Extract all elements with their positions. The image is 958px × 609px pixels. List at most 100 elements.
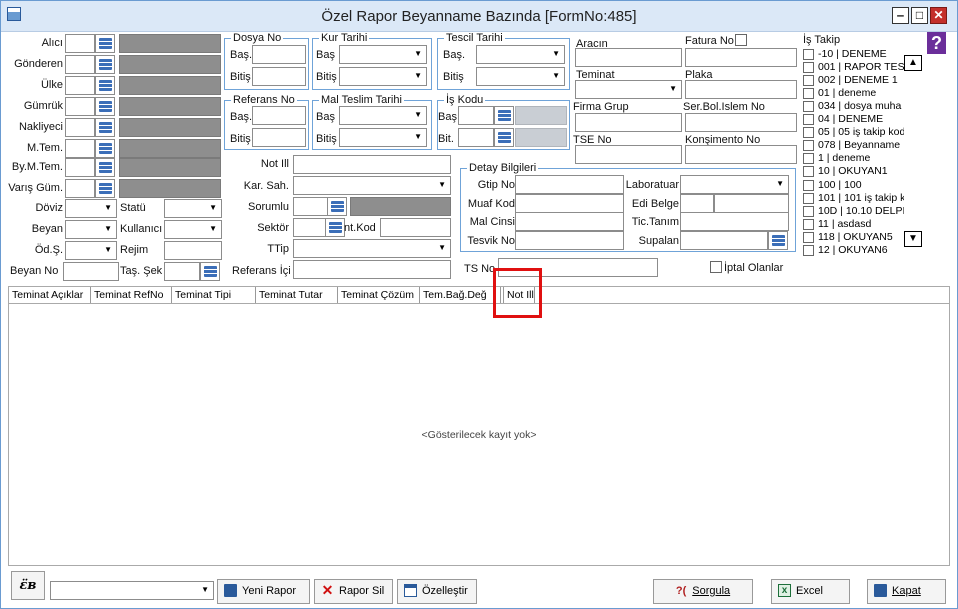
kullanici-dropdown[interactable] bbox=[164, 220, 222, 239]
varis-picker-button[interactable] bbox=[95, 179, 115, 198]
is-takip-checkbox[interactable] bbox=[803, 153, 814, 165]
scroll-down-button[interactable]: ▼ bbox=[904, 231, 922, 247]
konsimento-input[interactable] bbox=[685, 145, 797, 164]
is-takip-item[interactable]: -10 | DENEME bbox=[803, 48, 905, 61]
is-takip-checkbox[interactable] bbox=[803, 114, 814, 126]
help-icon[interactable]: ? bbox=[927, 32, 946, 54]
mtem-picker-button[interactable] bbox=[95, 139, 115, 158]
not-ill-input[interactable] bbox=[293, 155, 451, 174]
beyan-no-input[interactable] bbox=[63, 262, 119, 281]
is-takip-scrollbar[interactable]: ▲ ▼ bbox=[904, 50, 922, 248]
is-takip-item[interactable]: 002 | DENEME 1 bbox=[803, 74, 905, 87]
ref-bitis-input[interactable] bbox=[252, 128, 306, 147]
int-kod-input[interactable] bbox=[380, 218, 451, 237]
ref-bas-input[interactable] bbox=[252, 106, 306, 125]
plaka-input[interactable] bbox=[685, 80, 797, 99]
query-button[interactable]: ?(Sorgula bbox=[653, 579, 753, 604]
tic-input[interactable] bbox=[680, 212, 789, 231]
sektor-picker-button[interactable] bbox=[325, 218, 345, 237]
report-select-dropdown[interactable] bbox=[50, 581, 214, 600]
is-kodu-bas-picker-button[interactable] bbox=[494, 106, 514, 125]
grid-body[interactable]: <Gösterilecek kayıt yok> bbox=[8, 304, 950, 566]
aracin-input[interactable] bbox=[575, 48, 682, 67]
logo-button[interactable]: ɛ̈ʙ bbox=[11, 571, 45, 600]
customize-button[interactable]: Özelleştir bbox=[397, 579, 477, 604]
is-takip-item[interactable]: 04 | DENEME bbox=[803, 113, 905, 126]
is-takip-checkbox[interactable] bbox=[803, 205, 814, 217]
is-takip-item[interactable]: 118 | OKUYAN5 bbox=[803, 231, 905, 244]
bymtem-picker-button[interactable] bbox=[95, 158, 115, 177]
is-takip-item[interactable]: 078 | Beyanname bbox=[803, 139, 905, 152]
is-takip-item[interactable]: 11 | asdasd bbox=[803, 218, 905, 231]
tesvik-input[interactable] bbox=[515, 231, 624, 250]
lab-dropdown[interactable] bbox=[680, 175, 789, 194]
teminat-dropdown[interactable] bbox=[575, 80, 682, 99]
supalan-input[interactable] bbox=[680, 231, 768, 250]
is-takip-checkbox[interactable] bbox=[803, 244, 814, 256]
is-takip-item[interactable]: 034 | dosya muha bbox=[803, 100, 905, 113]
mal-bitis-dropdown[interactable] bbox=[339, 128, 427, 147]
tse-no-input[interactable] bbox=[575, 145, 682, 164]
dosya-bas-input[interactable] bbox=[252, 45, 306, 64]
gonderen-input[interactable] bbox=[65, 55, 95, 74]
delete-report-button[interactable]: ✕ Rapor Sil bbox=[314, 579, 393, 604]
mal-cinsi-input[interactable] bbox=[515, 212, 624, 231]
is-takip-checkbox[interactable] bbox=[803, 166, 814, 178]
col-teminat-aciklar[interactable]: Teminat Açıklar bbox=[9, 287, 91, 303]
tescil-bas-dropdown[interactable] bbox=[476, 45, 565, 64]
ttip-dropdown[interactable] bbox=[293, 239, 451, 258]
rejim-input[interactable] bbox=[164, 241, 222, 260]
col-teminat-tipi[interactable]: Teminat Tipi bbox=[172, 287, 256, 303]
maximize-button[interactable]: □ bbox=[911, 7, 928, 24]
is-takip-item[interactable]: 01 | deneme bbox=[803, 87, 905, 100]
is-kodu-bit-picker-button[interactable] bbox=[494, 128, 514, 147]
scroll-up-button[interactable]: ▲ bbox=[904, 55, 922, 71]
is-takip-checkbox[interactable] bbox=[803, 179, 814, 191]
bymtem-input[interactable] bbox=[65, 158, 95, 177]
fatura-no-checkbox[interactable] bbox=[735, 34, 747, 46]
is-takip-checkbox[interactable] bbox=[803, 88, 814, 100]
gonderen-picker-button[interactable] bbox=[95, 55, 115, 74]
is-takip-list[interactable]: -10 | DENEME 001 | RAPOR TES 002 | DENEME … bbox=[802, 48, 905, 257]
ulke-input[interactable] bbox=[65, 76, 95, 95]
is-kodu-bas-input[interactable] bbox=[458, 106, 494, 125]
minimize-button[interactable]: ‒ bbox=[892, 7, 909, 24]
supalan-picker-button[interactable] bbox=[768, 231, 788, 250]
sorumlu-picker-button[interactable] bbox=[327, 197, 347, 216]
ulke-picker-button[interactable] bbox=[95, 76, 115, 95]
is-takip-item[interactable]: 12 | OKUYAN6 bbox=[803, 244, 905, 257]
col-teminat-cozum[interactable]: Teminat Çözüm bbox=[338, 287, 420, 303]
firma-grup-input[interactable] bbox=[575, 113, 682, 132]
is-takip-item[interactable]: 001 | RAPOR TES bbox=[803, 61, 905, 74]
mal-bas-dropdown[interactable] bbox=[339, 106, 427, 125]
close-form-button[interactable]: Kapat bbox=[867, 579, 946, 604]
iptal-checkbox[interactable] bbox=[710, 261, 722, 273]
is-kodu-bit-input[interactable] bbox=[458, 128, 494, 147]
mtem-input[interactable] bbox=[65, 139, 95, 158]
kur-bas-dropdown[interactable] bbox=[339, 45, 427, 64]
is-takip-checkbox[interactable] bbox=[803, 192, 814, 204]
col-tem-bag-deg[interactable]: Tem.Bağ.Değ bbox=[420, 287, 501, 303]
is-takip-item[interactable]: 1 | deneme bbox=[803, 152, 905, 165]
doviz-dropdown[interactable] bbox=[65, 199, 117, 218]
close-button[interactable]: ✕ bbox=[930, 7, 947, 24]
edi-input-2[interactable] bbox=[714, 194, 789, 213]
excel-button[interactable]: x Excel bbox=[771, 579, 850, 604]
gumruk-picker-button[interactable] bbox=[95, 97, 115, 116]
tassek-input[interactable] bbox=[164, 262, 200, 281]
fatura-no-input[interactable] bbox=[685, 48, 797, 67]
gumruk-input[interactable] bbox=[65, 97, 95, 116]
kar-sah-dropdown[interactable] bbox=[293, 176, 451, 195]
is-takip-checkbox[interactable] bbox=[803, 231, 814, 243]
is-takip-checkbox[interactable] bbox=[803, 127, 814, 139]
varis-input[interactable] bbox=[65, 179, 95, 198]
is-takip-item[interactable]: 10D | 10.10 DELPI bbox=[803, 205, 905, 218]
is-takip-checkbox[interactable] bbox=[803, 75, 814, 87]
col-teminat-tutar[interactable]: Teminat Tutar bbox=[256, 287, 338, 303]
is-takip-item[interactable]: 10 | OKUYAN1 bbox=[803, 165, 905, 178]
is-takip-item[interactable]: 101 | 101 iş takip k bbox=[803, 192, 905, 205]
alici-picker-button[interactable] bbox=[95, 34, 115, 53]
muaf-input[interactable] bbox=[515, 194, 624, 213]
dosya-bitis-input[interactable] bbox=[252, 67, 306, 86]
nakliyeci-picker-button[interactable] bbox=[95, 118, 115, 137]
